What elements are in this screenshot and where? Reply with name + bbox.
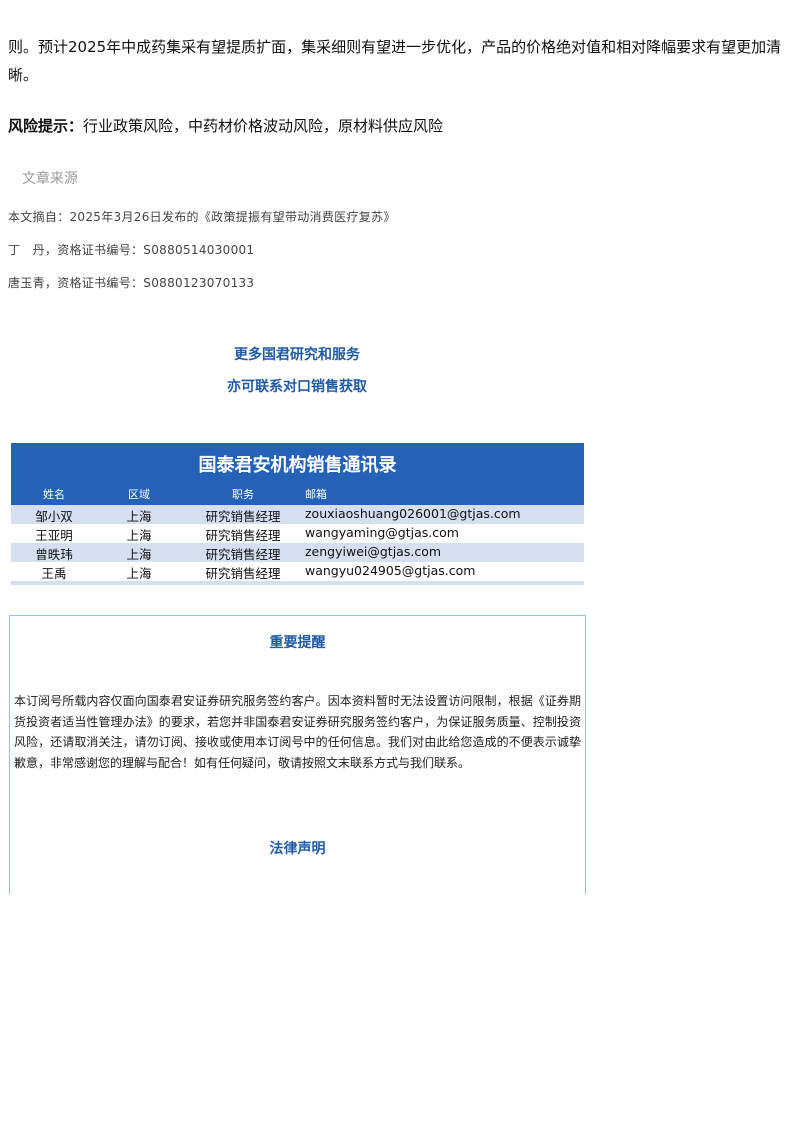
table-row: 王亚明 上海 研究销售经理 wangyaming@gtjas.com [11,524,584,543]
sales-directory-table: 国泰君安机构销售通讯录 姓名 区域 职务 邮箱 邹小双 上海 研究销售经理 zo… [11,443,584,585]
column-header-name: 姓名 [43,488,65,501]
cell-role: 研究销售经理 [205,528,281,543]
column-header-region: 区域 [128,488,150,501]
cell-role: 研究销售经理 [205,566,281,581]
legal-statement-title: 法律声明 [269,841,326,857]
intro-paragraph: 则。预计2025年中成药集采有望提质扩面，集采细则有望进一步优化，产品的价格绝对… [8,38,782,84]
cell-email[interactable]: wangyu024905@gtjas.com [305,563,475,578]
directory-column-headers: 姓名 区域 职务 邮箱 [11,483,584,505]
analyst-2: 唐玉青，资格证书编号：S0880123070133 [8,276,255,290]
directory-title: 国泰君安机构销售通讯录 [198,455,397,476]
risk-label: 风险提示： [8,117,84,135]
source-section-title: 文章来源 [22,171,78,187]
risk-warning: 风险提示：行业政策风险，中药材价格波动风险，原材料供应风险 [8,113,786,139]
cell-email[interactable]: wangyaming@gtjas.com [305,525,459,540]
column-header-role: 职务 [232,488,254,501]
important-notice-box: 重要提醒 本订阅号所载内容仅面向国泰君安证券研究服务签约客户。因本资料暂时无法设… [9,615,586,894]
column-header-email: 邮箱 [305,488,327,501]
cell-email[interactable]: zengyiwei@gtjas.com [305,544,441,559]
cell-name: 王禹 [41,566,67,581]
cell-region: 上海 [126,547,152,562]
directory-header: 国泰君安机构销售通讯录 姓名 区域 职务 邮箱 [11,443,584,505]
notice-title: 重要提醒 [269,635,326,651]
more-research-heading: 更多国君研究和服务 [234,347,360,363]
cell-role: 研究销售经理 [205,509,281,524]
risk-text: 行业政策风险，中药材价格波动风险，原材料供应风险 [83,117,444,135]
notice-body: 本订阅号所载内容仅面向国泰君安证券研究服务签约客户。因本资料暂时无法设置访问限制… [14,694,581,770]
cell-email[interactable]: zouxiaoshuang026001@gtjas.com [305,506,521,521]
source-excerpt: 本文摘自：2025年3月26日发布的《政策提振有望带动消费医疗复苏》 [8,210,396,224]
cell-region: 上海 [126,528,152,543]
cell-name: 曾昳玮 [35,547,73,562]
cell-region: 上海 [126,509,152,524]
cell-name: 邹小双 [35,509,73,524]
table-row: 王禹 上海 研究销售经理 wangyu024905@gtjas.com [11,562,584,581]
analyst-1: 丁 丹，资格证书编号：S0880514030001 [8,243,255,257]
table-row: 曾昳玮 上海 研究销售经理 zengyiwei@gtjas.com [11,543,584,562]
cell-name: 王亚明 [35,528,73,543]
table-row: 邹小双 上海 研究销售经理 zouxiaoshuang026001@gtjas.… [11,505,584,524]
cell-region: 上海 [126,566,152,581]
contact-sales-heading: 亦可联系对口销售获取 [227,379,367,395]
cell-role: 研究销售经理 [205,547,281,562]
